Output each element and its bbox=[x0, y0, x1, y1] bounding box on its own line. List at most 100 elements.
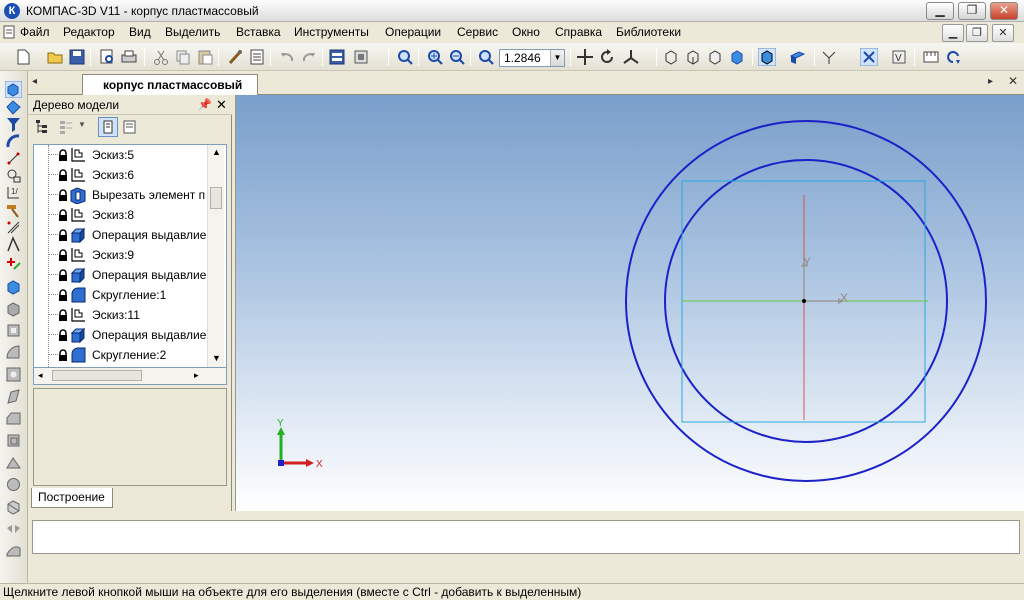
property-panel[interactable] bbox=[32, 520, 1020, 554]
edit-part-icon[interactable] bbox=[4, 80, 23, 99]
manager-panel-icon[interactable] bbox=[328, 48, 346, 66]
doc-close-button[interactable]: ✕ bbox=[992, 24, 1014, 42]
menu-file[interactable]: Файл bbox=[20, 25, 50, 39]
tree-vertical-scrollbar[interactable]: ▲ ▼ bbox=[207, 145, 224, 367]
surface-operation-icon[interactable] bbox=[5, 542, 22, 559]
wireframe-view-icon[interactable] bbox=[662, 48, 680, 66]
shapes-icon[interactable] bbox=[5, 167, 22, 184]
rebuild-icon[interactable] bbox=[944, 48, 962, 66]
geometry-icon[interactable] bbox=[5, 133, 22, 150]
menu-service[interactable]: Сервис bbox=[457, 25, 498, 39]
menu-tools[interactable]: Инструменты bbox=[294, 25, 369, 39]
chevron-down-icon[interactable]: ▼ bbox=[550, 50, 564, 66]
undo-icon[interactable] bbox=[278, 48, 296, 66]
tree-item[interactable]: Эскиз:5 bbox=[34, 145, 210, 165]
pin-icon[interactable]: 📌 bbox=[198, 98, 212, 111]
sphere-operation-icon[interactable] bbox=[5, 476, 22, 493]
menu-insert[interactable]: Вставка bbox=[236, 25, 281, 39]
rib-operation-icon[interactable] bbox=[5, 454, 22, 471]
constraints-icon[interactable] bbox=[5, 219, 22, 236]
hidden-lines-icon[interactable] bbox=[684, 48, 702, 66]
minimize-button[interactable]: ▁ bbox=[926, 2, 954, 20]
chamfer-operation-icon[interactable] bbox=[5, 410, 22, 427]
save-icon[interactable] bbox=[68, 48, 86, 66]
tree-item[interactable]: Операция выдавлие bbox=[34, 225, 210, 245]
new-document-icon[interactable] bbox=[14, 48, 32, 66]
scroll-right-icon[interactable]: ▸ bbox=[194, 370, 199, 381]
array-operation-icon[interactable] bbox=[5, 498, 22, 515]
cut-operation-icon[interactable] bbox=[5, 366, 22, 383]
maximize-button[interactable]: ❐ bbox=[958, 2, 986, 20]
filter-objects-icon[interactable] bbox=[820, 48, 838, 66]
tree-item[interactable]: Операция выдавлие bbox=[34, 265, 210, 285]
tree-list-icon[interactable] bbox=[98, 117, 118, 137]
fillet-operation-icon[interactable] bbox=[5, 388, 22, 405]
tree-item[interactable]: Эскиз:6 bbox=[34, 165, 210, 185]
zoom-scale-select[interactable]: 1.2846 ▼ bbox=[499, 49, 565, 67]
tree-properties-icon[interactable] bbox=[122, 119, 138, 135]
rotate-icon[interactable] bbox=[598, 48, 616, 66]
cut-icon[interactable] bbox=[152, 48, 170, 66]
zoom-scale-icon[interactable] bbox=[477, 48, 495, 66]
zoom-out-icon[interactable] bbox=[448, 48, 466, 66]
zoom-in-icon[interactable] bbox=[426, 48, 444, 66]
tab-document[interactable]: корпус пластмассовый bbox=[82, 74, 258, 95]
measure-icon[interactable] bbox=[922, 48, 940, 66]
doc-minimize-button[interactable]: ▁ bbox=[942, 24, 964, 42]
spatial-curves-icon[interactable] bbox=[5, 99, 22, 116]
loft-operation-icon[interactable] bbox=[5, 344, 22, 361]
model-viewport[interactable]: X Y Y X bbox=[235, 95, 1024, 511]
shaded-edges-icon[interactable] bbox=[757, 47, 777, 67]
print-icon[interactable] bbox=[120, 48, 138, 66]
scroll-down-icon[interactable]: ▼ bbox=[212, 353, 221, 363]
tree-item[interactable]: Вырезать элемент п bbox=[34, 185, 210, 205]
redo-icon[interactable] bbox=[300, 48, 318, 66]
model-canvas[interactable]: X Y Y X bbox=[236, 95, 1024, 511]
shaded-view-icon[interactable] bbox=[728, 48, 746, 66]
menu-operations[interactable]: Операции bbox=[385, 25, 441, 39]
properties-brush-icon[interactable] bbox=[226, 48, 244, 66]
menu-view[interactable]: Вид bbox=[129, 25, 151, 39]
menu-libraries[interactable]: Библиотеки bbox=[616, 25, 681, 39]
rotation-operation-icon[interactable] bbox=[5, 300, 22, 317]
library-icon[interactable] bbox=[352, 48, 370, 66]
tab-scroll-left-icon[interactable]: ◂ bbox=[32, 76, 37, 87]
zoom-window-icon[interactable] bbox=[396, 48, 414, 66]
specification-icon[interactable] bbox=[248, 48, 266, 66]
open-folder-icon[interactable] bbox=[46, 48, 64, 66]
scroll-thumb[interactable] bbox=[52, 370, 142, 381]
print-preview-icon[interactable] bbox=[98, 48, 116, 66]
thin-hidden-lines-icon[interactable] bbox=[706, 48, 724, 66]
menu-editor[interactable]: Редактор bbox=[63, 25, 115, 39]
mirror-operation-icon[interactable] bbox=[5, 520, 22, 537]
orientation-icon[interactable] bbox=[622, 48, 640, 66]
marking-icon[interactable] bbox=[5, 236, 22, 253]
paste-icon[interactable] bbox=[196, 48, 214, 66]
tree-item[interactable]: Эскиз:8 bbox=[34, 205, 210, 225]
kinematic-operation-icon[interactable] bbox=[5, 322, 22, 339]
scroll-thumb[interactable] bbox=[210, 187, 222, 209]
tree-item[interactable]: Операция выдавлие bbox=[34, 325, 210, 345]
tree-horizontal-scrollbar[interactable]: ◂ ▸ bbox=[33, 368, 227, 385]
tree-item[interactable]: Скругление:2 bbox=[34, 345, 210, 365]
chevron-down-icon[interactable]: ▼ bbox=[78, 120, 86, 129]
tree-item[interactable]: Скругление:1 bbox=[34, 285, 210, 305]
tree-view-mode-icon[interactable] bbox=[58, 119, 74, 135]
tree-item[interactable]: Эскиз:11 bbox=[34, 305, 210, 325]
scroll-up-icon[interactable]: ▲ bbox=[212, 147, 221, 157]
parametrization-icon[interactable] bbox=[5, 254, 22, 271]
dimensions-icon[interactable]: 1/ bbox=[5, 184, 22, 201]
hammer-icon[interactable] bbox=[5, 202, 22, 219]
copy-icon[interactable] bbox=[174, 48, 192, 66]
tab-construction[interactable]: Построение bbox=[31, 488, 113, 508]
filter-select-icon[interactable] bbox=[5, 116, 22, 133]
menu-help[interactable]: Справка bbox=[555, 25, 602, 39]
tree-item[interactable]: Эскиз:9 bbox=[34, 245, 210, 265]
pan-move-icon[interactable] bbox=[576, 48, 594, 66]
extrude-operation-icon[interactable] bbox=[5, 278, 22, 295]
tree-structure-icon[interactable] bbox=[34, 119, 50, 135]
perspective-icon[interactable] bbox=[788, 48, 806, 66]
tab-scroll-right-icon[interactable]: ▸ bbox=[988, 76, 993, 87]
panel-close-icon[interactable]: ✕ bbox=[216, 97, 227, 113]
tab-close-icon[interactable]: ✕ bbox=[1008, 74, 1018, 88]
